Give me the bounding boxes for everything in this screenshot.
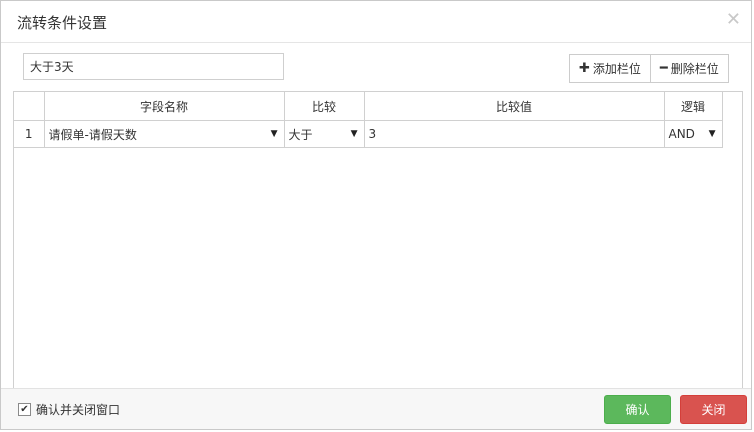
confirm-close-option[interactable]: ✔ 确认并关闭窗口	[18, 401, 120, 418]
dropdown-arrow-icon[interactable]: ▼	[351, 129, 360, 139]
dropdown-arrow-icon[interactable]: ▼	[271, 129, 280, 139]
condition-grid: 字段名称 比较 比较值 逻辑 1 请假单-请假天数 ▼ 大于 ▼ 3 AND ▼	[13, 91, 743, 391]
dialog-footer: ✔ 确认并关闭窗口 确认 关闭	[1, 388, 751, 429]
delete-column-button[interactable]: ━ 删除栏位	[650, 54, 729, 83]
flow-condition-dialog: 流转条件设置 ✕ ✚ 添加栏位 ━ 删除栏位 字段名称	[0, 0, 752, 430]
logic-select[interactable]: AND ▼	[664, 120, 723, 148]
compare-value-cell[interactable]: 3	[364, 120, 665, 148]
row-index: 1	[14, 120, 45, 148]
column-button-group: ✚ 添加栏位 ━ 删除栏位	[569, 54, 729, 83]
table-row[interactable]: 1 请假单-请假天数 ▼ 大于 ▼ 3 AND ▼	[14, 120, 723, 148]
dialog-title: 流转条件设置	[17, 14, 108, 32]
close-icon[interactable]: ✕	[726, 10, 741, 30]
dropdown-arrow-icon[interactable]: ▼	[709, 129, 718, 139]
field-select-value: 请假单-请假天数	[48, 127, 137, 142]
add-column-label: 添加栏位	[592, 62, 641, 76]
minus-icon: ━	[659, 61, 668, 76]
confirm-button[interactable]: 确认	[604, 395, 671, 424]
logic-select-value: AND	[668, 127, 695, 141]
confirm-close-label: 确认并关闭窗口	[36, 403, 121, 417]
column-header-index	[14, 92, 45, 121]
add-column-button[interactable]: ✚ 添加栏位	[569, 54, 651, 83]
column-header-field-name: 字段名称	[44, 92, 285, 121]
delete-column-label: 删除栏位	[670, 62, 719, 76]
dialog-header: 流转条件设置 ✕	[1, 1, 751, 43]
field-select[interactable]: 请假单-请假天数 ▼	[44, 120, 285, 148]
column-header-compare-value: 比较值	[364, 92, 665, 121]
condition-name-input[interactable]	[23, 53, 284, 80]
confirm-close-checkbox[interactable]: ✔	[18, 403, 31, 416]
column-header-logic: 逻辑	[664, 92, 723, 121]
compare-select[interactable]: 大于 ▼	[284, 120, 365, 148]
close-button[interactable]: 关闭	[680, 395, 747, 424]
plus-icon: ✚	[579, 61, 590, 76]
grid-header-row: 字段名称 比较 比较值 逻辑	[14, 92, 723, 121]
column-header-compare: 比较	[284, 92, 365, 121]
compare-select-value: 大于	[288, 127, 313, 142]
